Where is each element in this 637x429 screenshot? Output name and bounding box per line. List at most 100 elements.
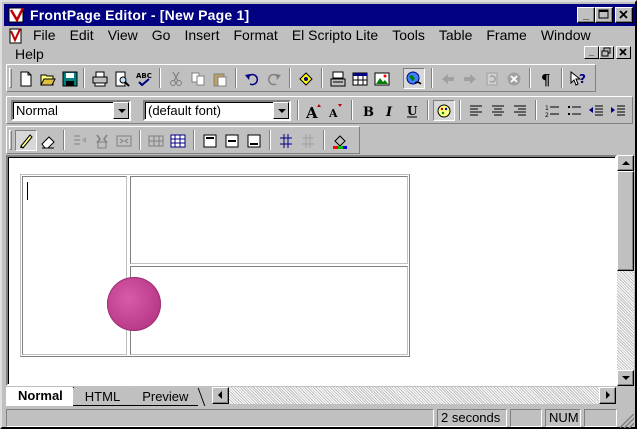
undo-button[interactable] (241, 68, 263, 89)
background-color-button[interactable] (329, 130, 351, 151)
stop-button[interactable] (503, 68, 525, 89)
close-button[interactable] (615, 7, 633, 23)
insert-image-button[interactable] (371, 68, 393, 89)
copy-icon (191, 72, 205, 85)
new-page-button[interactable] (15, 68, 37, 89)
tab-html[interactable]: HTML (72, 388, 138, 406)
vertical-scroll-thumb[interactable] (617, 171, 634, 271)
bulleted-list-button[interactable] (563, 100, 585, 121)
circle-image[interactable] (107, 277, 161, 331)
numbered-list-button[interactable]: 12 (541, 100, 563, 121)
tab-preview[interactable]: Preview (130, 388, 206, 406)
title-bar[interactable]: FrontPage Editor - [New Page 1] _ (4, 4, 635, 26)
menu-frame[interactable]: Frame (479, 26, 533, 45)
vertical-scrollbar[interactable] (617, 155, 634, 386)
copy-button[interactable] (187, 68, 209, 89)
insert-cell-button[interactable] (145, 130, 167, 151)
chevron-down-icon[interactable] (113, 102, 129, 119)
merge-cells-button[interactable] (113, 130, 135, 151)
italic-button[interactable]: I (379, 100, 401, 121)
menu-el-scripto-lite[interactable]: El Scripto Lite (285, 26, 385, 45)
table-button[interactable] (167, 130, 189, 151)
horizontal-scrollbar[interactable] (212, 387, 616, 404)
webbot-button[interactable] (295, 68, 317, 89)
stop-icon (507, 72, 521, 85)
editor-canvas[interactable] (6, 155, 617, 386)
menu-go[interactable]: Go (145, 26, 178, 45)
distribute-columns-button[interactable] (297, 130, 319, 151)
table-cell-top-right[interactable] (130, 176, 408, 264)
bold-button[interactable]: B (357, 100, 379, 121)
decrease-text-size-button[interactable]: A (325, 100, 347, 121)
toolbar-grip[interactable] (9, 68, 12, 88)
document-icon[interactable] (8, 28, 24, 44)
minimize-button[interactable]: _ (577, 7, 595, 23)
help-button[interactable]: ? (567, 68, 589, 89)
form-field-button[interactable] (327, 68, 349, 89)
svg-text:?: ? (579, 72, 586, 86)
table-cell-bottom-right[interactable] (130, 266, 408, 355)
menu-table[interactable]: Table (432, 26, 479, 45)
align-bottom-button[interactable] (243, 130, 265, 151)
scroll-down-button[interactable] (617, 370, 634, 386)
hyperlink-button[interactable] (403, 68, 425, 89)
maximize-button[interactable] (595, 7, 613, 23)
menu-view[interactable]: View (101, 26, 145, 45)
back-button[interactable] (437, 68, 459, 89)
insert-rows-button[interactable] (69, 130, 91, 151)
refresh-button[interactable] (481, 68, 503, 89)
redo-button[interactable] (263, 68, 285, 89)
insert-table-button[interactable] (349, 68, 371, 89)
print-button[interactable] (89, 68, 111, 89)
scroll-left-button[interactable] (212, 387, 229, 404)
menu-help[interactable]: Help (8, 45, 51, 64)
draw-table-button[interactable] (15, 130, 37, 151)
distribute-rows-button[interactable] (275, 130, 297, 151)
increase-text-size-button[interactable]: A (303, 100, 325, 121)
decrease-indent-button[interactable] (585, 100, 607, 121)
menu-format[interactable]: Format (226, 26, 284, 45)
table-cell-left[interactable] (22, 176, 127, 355)
align-left-button[interactable] (465, 100, 487, 121)
frontpage-app-icon[interactable] (8, 6, 26, 24)
toolbar-grip[interactable] (9, 130, 12, 150)
center-vertically-button[interactable] (221, 130, 243, 151)
document-close-button[interactable] (616, 46, 631, 59)
paste-button[interactable] (209, 68, 231, 89)
show-all-icon: ¶ (541, 71, 551, 87)
menu-tools[interactable]: Tools (385, 26, 432, 45)
resize-grip-icon[interactable] (620, 414, 634, 428)
svg-text:2: 2 (545, 112, 549, 119)
style-dropdown[interactable]: Normal (11, 100, 131, 121)
insert-table-icon (352, 72, 368, 85)
spelling-icon: ABC (136, 72, 152, 86)
menu-insert[interactable]: Insert (177, 26, 226, 45)
text-color-button[interactable] (433, 100, 455, 121)
chevron-down-icon[interactable] (273, 102, 289, 119)
menu-edit[interactable]: Edit (63, 26, 101, 45)
eraser-button[interactable] (37, 130, 59, 151)
underline-button[interactable]: U (401, 100, 423, 121)
open-button[interactable] (37, 68, 59, 89)
scroll-up-button[interactable] (617, 155, 634, 171)
form-field-icon (330, 71, 346, 86)
increase-indent-button[interactable] (607, 100, 629, 121)
document-minimize-button[interactable]: _ (584, 46, 599, 59)
tab-normal[interactable]: Normal (6, 387, 81, 406)
split-cells-button[interactable] (91, 130, 113, 151)
print-preview-button[interactable] (111, 68, 133, 89)
scroll-right-button[interactable] (599, 387, 616, 404)
center-button[interactable] (487, 100, 509, 121)
cut-button[interactable] (165, 68, 187, 89)
spelling-button[interactable]: ABC (133, 68, 155, 89)
font-dropdown[interactable]: (default font) (143, 100, 291, 121)
page-table[interactable] (20, 174, 410, 357)
show-all-button[interactable]: ¶ (535, 68, 557, 89)
document-restore-button[interactable] (599, 46, 614, 59)
menu-file[interactable]: File (26, 26, 63, 45)
menu-window[interactable]: Window (534, 26, 598, 45)
forward-button[interactable] (459, 68, 481, 89)
save-button[interactable] (59, 68, 81, 89)
align-top-button[interactable] (199, 130, 221, 151)
align-right-button[interactable] (509, 100, 531, 121)
